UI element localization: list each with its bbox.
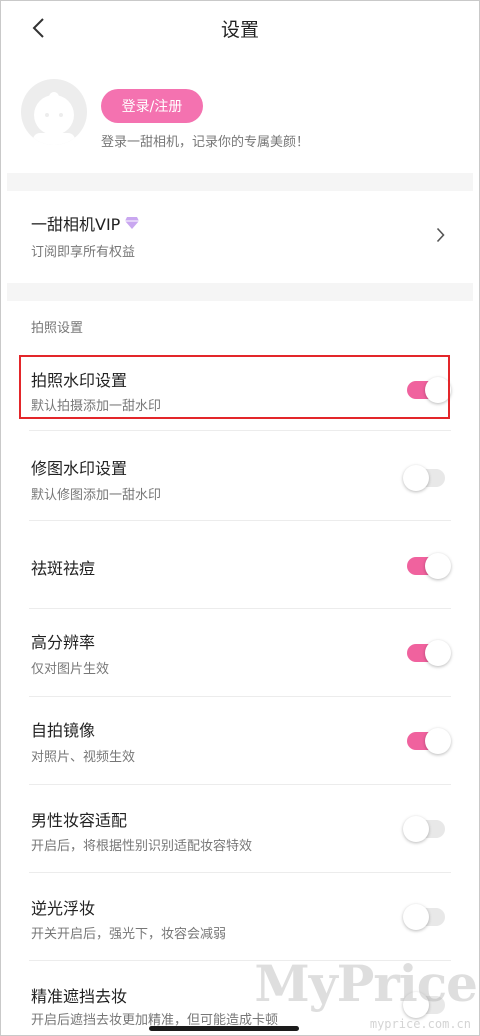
section-label: 拍照设置 (31, 321, 84, 336)
vip-title: 一甜相机VIP (31, 211, 140, 235)
setting-subtitle: 默认修图添加一甜水印 (31, 488, 162, 503)
toggle-knob (425, 728, 451, 754)
profile-section: 登录/注册 登录一甜相机，记录你的专属美颜！ (1, 73, 479, 173)
setting-subtitle: 开启后，将根据性别识别适配妆容特效 (31, 839, 253, 854)
page-title: 设置 (220, 19, 259, 41)
toggle-knob (425, 377, 451, 403)
toggle-knob (425, 553, 451, 579)
blemish-removal-toggle[interactable] (407, 553, 451, 579)
setting-title: 男性妆容适配 (31, 811, 128, 830)
selfie-mirror-toggle[interactable] (407, 728, 451, 754)
setting-row-high-resolution: 高分辨率 仅对图片生效 (1, 609, 479, 697)
setting-row-edit-watermark: 修图水印设置 默认修图添加一甜水印 (1, 431, 479, 521)
toggle-knob (403, 904, 429, 930)
setting-subtitle: 仅对图片生效 (31, 662, 110, 677)
vip-title-text: 一甜相机VIP (31, 215, 121, 234)
vip-row[interactable]: 一甜相机VIP 订阅即享所有权益 (1, 197, 479, 283)
high-resolution-toggle[interactable] (407, 640, 451, 666)
chevron-right-icon (436, 227, 445, 243)
setting-row-male-makeup: 男性妆容适配 开启后，将根据性别识别适配妆容特效 (1, 785, 479, 873)
section-divider (7, 283, 473, 301)
login-register-button[interactable]: 登录/注册 (101, 89, 203, 123)
setting-row-photo-watermark: 拍照水印设置 默认拍摄添加一甜水印 (1, 351, 479, 431)
settings-screen: 设置 登录/注册 登录一甜相机，记录你的专属美颜！ 一甜相机VIP 订阅即享所有… (0, 0, 480, 1036)
setting-subtitle: 对照片、视频生效 (31, 750, 136, 765)
setting-row-blemish-removal: 祛斑祛痘 (1, 521, 479, 609)
setting-title: 祛斑祛痘 (31, 559, 96, 578)
setting-title: 高分辨率 (31, 633, 96, 652)
setting-row-selfie-mirror: 自拍镜像 对照片、视频生效 (1, 697, 479, 785)
watermark-url: myprice.com.cn (369, 1017, 471, 1031)
vip-subtitle: 订阅即享所有权益 (31, 245, 136, 260)
login-subtitle: 登录一甜相机，记录你的专属美颜！ (101, 135, 310, 150)
toggle-knob (403, 816, 429, 842)
setting-subtitle: 默认拍摄添加一甜水印 (31, 399, 162, 414)
home-indicator (149, 1026, 299, 1031)
section-divider (7, 173, 473, 191)
setting-title: 拍照水印设置 (31, 371, 128, 390)
setting-title: 逆光浮妆 (31, 899, 96, 918)
toggle-knob (403, 465, 429, 491)
edit-watermark-toggle[interactable] (403, 465, 445, 491)
nav-header: 设置 (1, 1, 479, 57)
diamond-icon (125, 217, 140, 229)
setting-subtitle: 开关开启后，强光下，妆容会减弱 (31, 927, 227, 942)
backlight-makeup-toggle[interactable] (403, 904, 445, 930)
setting-title: 精准遮挡去妆 (31, 987, 128, 1006)
setting-title: 自拍镜像 (31, 721, 96, 740)
default-avatar-icon (33, 92, 75, 145)
setting-row-backlight-makeup: 逆光浮妆 开关开启后，强光下，妆容会减弱 (1, 873, 479, 961)
watermark-logo: MyPrice (254, 954, 478, 1013)
toggle-knob (425, 640, 451, 666)
setting-title: 修图水印设置 (31, 459, 128, 478)
avatar[interactable] (21, 79, 87, 145)
photo-watermark-toggle[interactable] (407, 377, 451, 403)
male-makeup-toggle[interactable] (403, 816, 445, 842)
